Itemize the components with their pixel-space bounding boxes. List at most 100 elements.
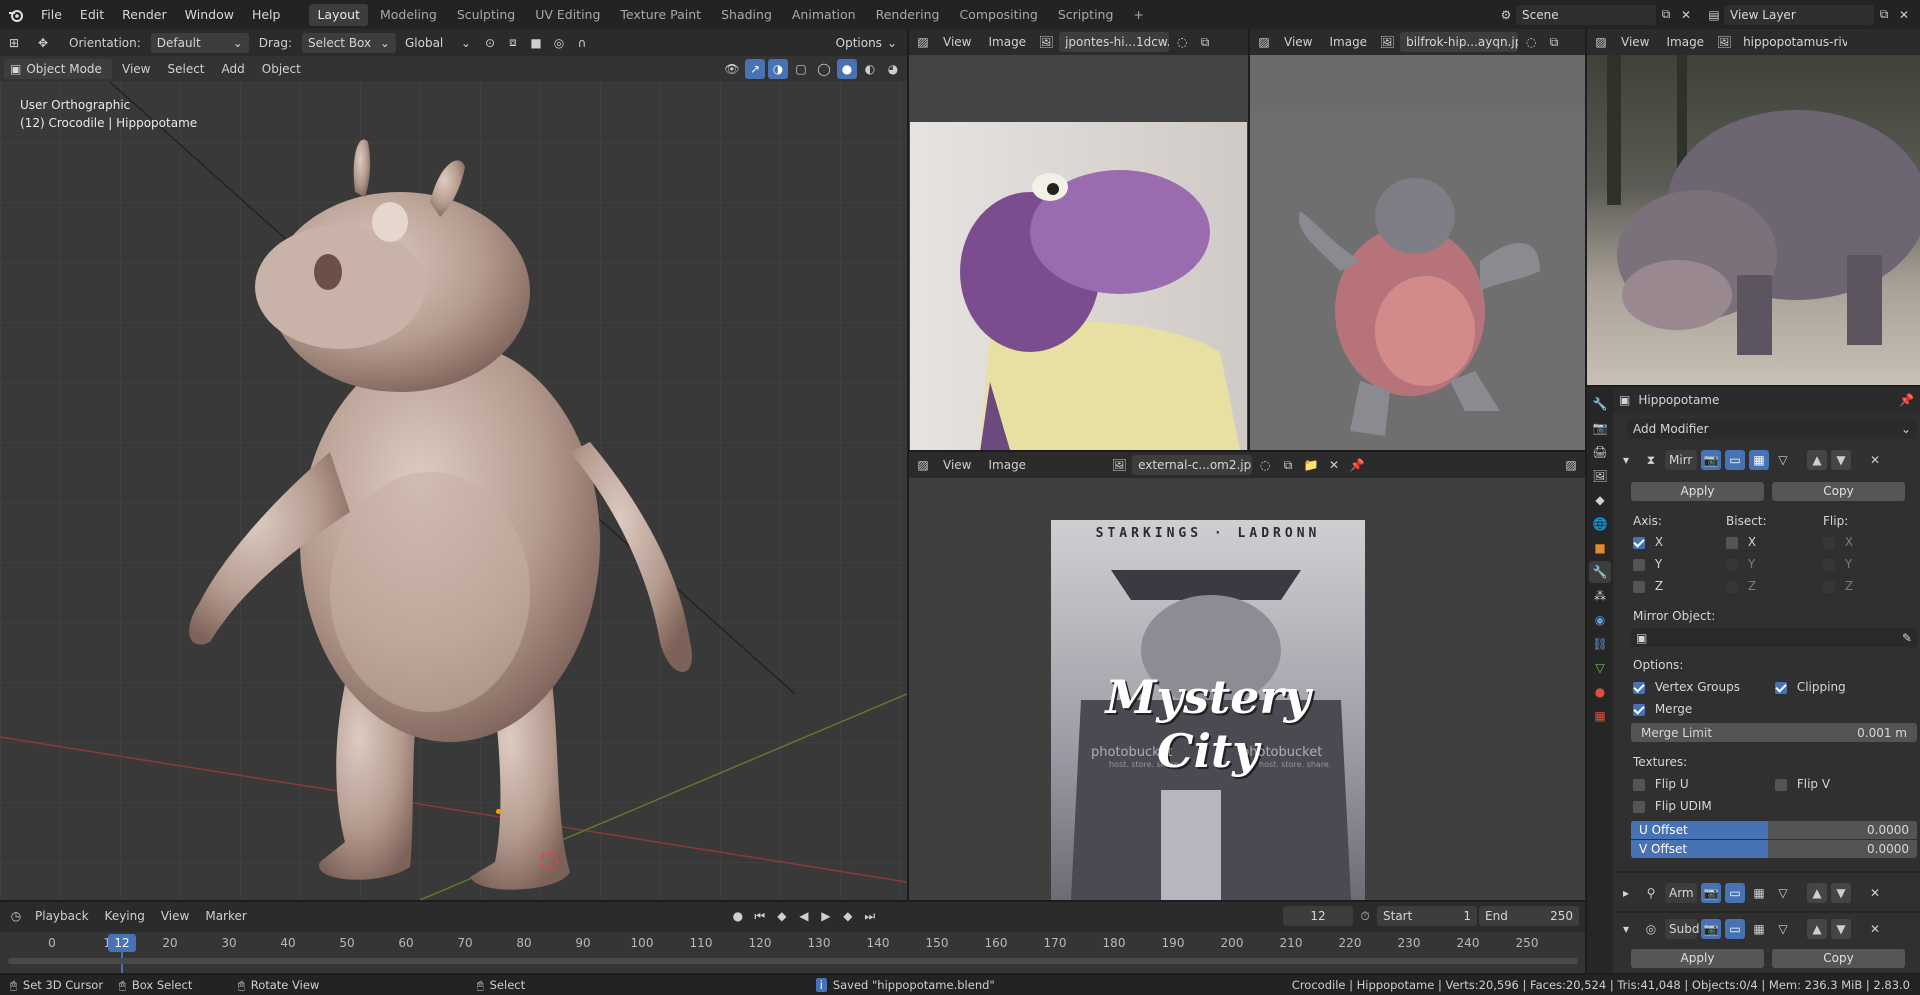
move-up-icon[interactable]: ▲: [1807, 450, 1827, 470]
menu-view[interactable]: View: [154, 906, 196, 926]
menu-view[interactable]: View: [1277, 32, 1319, 52]
remove-modifier-icon[interactable]: ✕: [1865, 450, 1885, 470]
menu-keying[interactable]: Keying: [98, 906, 152, 926]
editmode-toggle-icon[interactable]: ▦: [1749, 450, 1769, 470]
collapse-chevron-icon[interactable]: ▾: [1623, 922, 1637, 936]
menu-image[interactable]: Image: [1322, 32, 1374, 52]
new-image-icon[interactable]: ⧉: [1544, 32, 1564, 52]
start-frame-field[interactable]: Start 1: [1377, 906, 1477, 926]
menu-render[interactable]: Render: [113, 0, 176, 29]
jump-start-icon[interactable]: ⏮: [750, 906, 770, 926]
new-scene-icon[interactable]: ⧉: [1656, 5, 1676, 25]
u-offset-slider[interactable]: U Offset 0.0000: [1631, 821, 1917, 839]
image-editor-1[interactable]: ▨ View Image 🖼 jpontes-hi...1dcw.jpeg ◌ …: [909, 29, 1248, 450]
image-browse-icon[interactable]: 🖼: [1036, 32, 1056, 52]
armature-name-field[interactable]: Arm: [1665, 883, 1697, 903]
timeline[interactable]: ◷ Playback Keying View Marker ● ⏮ ◆ ◀ ▶ …: [0, 902, 1585, 973]
menu-playback[interactable]: Playback: [28, 906, 96, 926]
clock-icon[interactable]: ⏱: [1355, 906, 1375, 926]
drag-dropdown[interactable]: Select Box ⌄: [301, 32, 396, 53]
remove-modifier-icon[interactable]: ✕: [1865, 883, 1885, 903]
current-frame-field[interactable]: 12: [1283, 906, 1353, 926]
mirror-apply-button[interactable]: Apply: [1631, 482, 1764, 501]
view-layer-icon[interactable]: ▤: [1704, 5, 1724, 25]
display-mode-icon[interactable]: ▨: [1561, 455, 1581, 475]
bisect-z-checkbox[interactable]: Z: [1726, 579, 1756, 593]
image-name-field[interactable]: hippopotamus-river-...: [1737, 32, 1847, 52]
pivot-icon[interactable]: ⊙: [480, 33, 500, 53]
tab-shading[interactable]: Shading: [713, 4, 780, 26]
menu-edit[interactable]: Edit: [71, 0, 113, 29]
proportional-edit-icon[interactable]: ◎: [549, 33, 569, 53]
editmode-toggle-icon[interactable]: ▦: [1749, 919, 1769, 939]
eyedropper-icon[interactable]: ✎: [1902, 631, 1912, 645]
scene-field[interactable]: Scene: [1516, 4, 1656, 25]
axis-z-checkbox[interactable]: Z: [1633, 579, 1663, 593]
frame-ruler[interactable]: 0102030405060708090100110120130140150160…: [0, 932, 1585, 973]
menu-view[interactable]: View: [936, 32, 978, 52]
fake-user-icon[interactable]: ◌: [1255, 455, 1275, 475]
flip-y-checkbox[interactable]: Y: [1823, 557, 1852, 571]
menu-file[interactable]: File: [32, 0, 71, 29]
xray-icon[interactable]: ▢: [791, 59, 811, 79]
tab-compositing[interactable]: Compositing: [951, 4, 1045, 26]
menu-view[interactable]: View: [115, 59, 157, 79]
add-modifier-dropdown[interactable]: Add Modifier ⌄: [1627, 419, 1917, 439]
menu-marker[interactable]: Marker: [198, 906, 253, 926]
menu-view[interactable]: View: [1614, 32, 1656, 52]
record-icon[interactable]: ●: [728, 906, 748, 926]
menu-image[interactable]: Image: [1659, 32, 1711, 52]
axis-y-checkbox[interactable]: Y: [1633, 557, 1662, 571]
image-name-field[interactable]: external-c...om2.jpeg: [1132, 455, 1253, 475]
object-tab-icon[interactable]: ■: [1589, 537, 1611, 559]
snap-icon[interactable]: ⧈: [503, 33, 523, 53]
tab-animation[interactable]: Animation: [784, 4, 864, 26]
axis-x-checkbox[interactable]: X: [1633, 535, 1663, 549]
subdivision-copy-button[interactable]: Copy: [1772, 949, 1905, 968]
menu-view[interactable]: View: [936, 455, 978, 475]
snap-target-icon[interactable]: ■: [526, 33, 546, 53]
fake-user-icon[interactable]: ◌: [1521, 32, 1541, 52]
image-name-field[interactable]: bilfrok-hip...ayqn.jpeg: [1400, 32, 1519, 52]
viewport-toggle-icon[interactable]: ▭: [1725, 450, 1745, 470]
flip-udim-checkbox[interactable]: Flip UDIM: [1633, 799, 1712, 813]
menu-add[interactable]: Add: [215, 59, 252, 79]
timeline-scrollbar[interactable]: [8, 958, 1578, 964]
hippo-model[interactable]: [160, 122, 740, 900]
scene-icon[interactable]: ⚙: [1496, 5, 1516, 25]
tool-tab-icon[interactable]: 🔧: [1589, 393, 1611, 415]
menu-image[interactable]: Image: [981, 32, 1033, 52]
rendered-shading-icon[interactable]: ◕: [883, 59, 903, 79]
flip-x-checkbox[interactable]: X: [1823, 535, 1853, 549]
editor-type-icon[interactable]: ⊞: [4, 33, 24, 53]
output-tab-icon[interactable]: 🖨: [1589, 441, 1611, 463]
delete-view-layer-icon[interactable]: ✕: [1894, 5, 1914, 25]
cage-toggle-icon[interactable]: ▽: [1773, 883, 1793, 903]
render-toggle-icon[interactable]: 📷: [1701, 883, 1721, 903]
tab-layout[interactable]: Layout: [309, 3, 368, 26]
constraints-tab-icon[interactable]: ⛓: [1589, 633, 1611, 655]
playhead[interactable]: 12: [108, 934, 136, 952]
v-offset-slider[interactable]: V Offset 0.0000: [1631, 840, 1917, 858]
fake-user-icon[interactable]: ◌: [1172, 32, 1192, 52]
merge-checkbox[interactable]: Merge: [1633, 702, 1692, 716]
world-tab-icon[interactable]: 🌐: [1589, 513, 1611, 535]
open-image-icon[interactable]: 📁: [1301, 455, 1321, 475]
editor-type-icon[interactable]: ◷: [6, 906, 26, 926]
end-frame-field[interactable]: End 250: [1479, 906, 1579, 926]
pin-icon[interactable]: 📌: [1347, 455, 1367, 475]
scene-tab-icon[interactable]: ◆: [1589, 489, 1611, 511]
image-browse-icon[interactable]: 🖼: [1377, 32, 1397, 52]
image-editor-4[interactable]: ▨ View Image 🖼 external-c...om2.jpeg ◌ ⧉…: [909, 452, 1585, 900]
transform-space-dropdown[interactable]: Global ⌄: [399, 33, 477, 53]
flip-u-checkbox[interactable]: Flip U: [1633, 777, 1689, 791]
viewport-toggle-icon[interactable]: ▭: [1725, 883, 1745, 903]
tab-texture-paint[interactable]: Texture Paint: [612, 4, 709, 26]
image-browse-icon[interactable]: 🖼: [1714, 32, 1734, 52]
tab-scripting[interactable]: Scripting: [1050, 4, 1122, 26]
render-tab-icon[interactable]: 📷: [1589, 417, 1611, 439]
merge-limit-field[interactable]: Merge Limit 0.001 m: [1631, 723, 1917, 742]
flip-z-checkbox[interactable]: Z: [1823, 579, 1853, 593]
expand-chevron-icon[interactable]: ▸: [1623, 886, 1637, 900]
menu-help[interactable]: Help: [243, 0, 290, 29]
